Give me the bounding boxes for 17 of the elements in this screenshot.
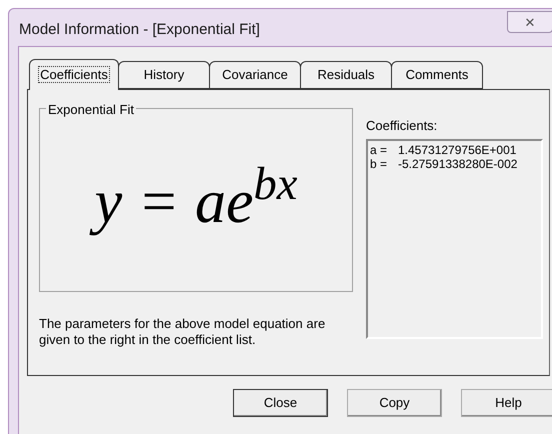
- close-button[interactable]: ✕: [507, 11, 552, 33]
- description-text: The parameters for the above model equation are given to the right in the coefficient list.: [39, 316, 326, 348]
- window-title: Model Information - [Exponential Fit]: [19, 20, 260, 40]
- dialog-button[interactable]: Help: [461, 389, 552, 417]
- tab[interactable]: Residuals: [300, 61, 392, 89]
- equation: y = ae$^{bx}$: [86, 161, 306, 245]
- tab[interactable]: Coefficients: [29, 59, 119, 90]
- tab[interactable]: Covariance: [209, 61, 301, 89]
- coefficient-value: -5.27591338280E-002: [398, 156, 518, 170]
- coefficients-label: Coefficients:: [366, 117, 438, 135]
- coefficient-name: b =: [370, 156, 388, 170]
- dialog-button[interactable]: Copy: [347, 389, 442, 417]
- dialog-button[interactable]: Close: [233, 389, 328, 417]
- tab[interactable]: Comments: [391, 61, 483, 89]
- coefficient-name: a =: [370, 142, 388, 156]
- tab[interactable]: History: [118, 61, 210, 89]
- coefficient-value: 1.45731279756E+001: [398, 142, 516, 156]
